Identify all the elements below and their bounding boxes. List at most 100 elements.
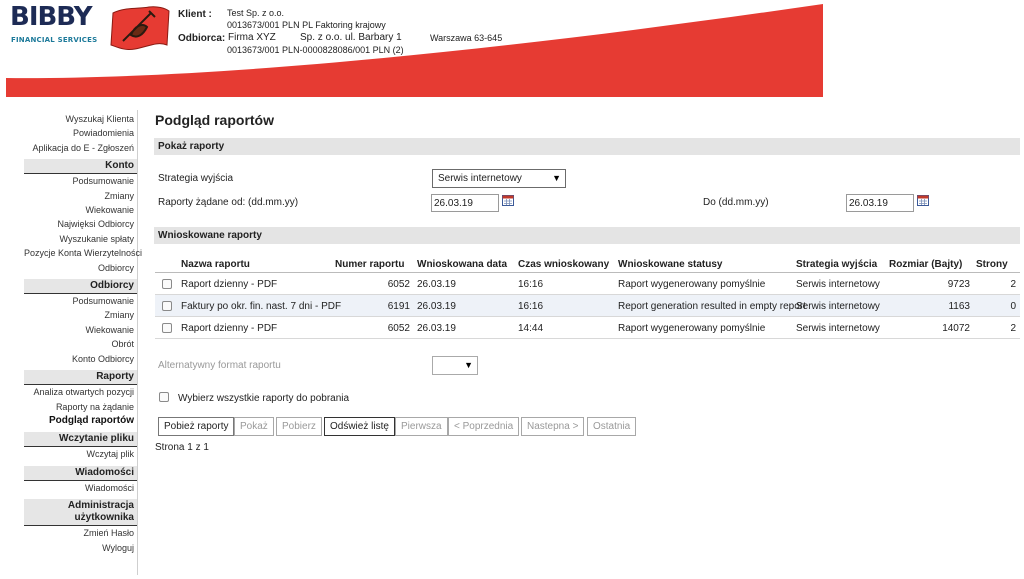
sidebar-section-wiadomosci: Wiadomości [24, 465, 137, 481]
debtor-name: Firma XYZ [228, 32, 276, 43]
date-from-label: Raporty żądane od: (dd.mm.yy) [158, 197, 299, 208]
sidebar-item-najwieksi-odbiorcy[interactable]: Najwięksi Odbiorcy [24, 217, 137, 231]
sidebar-section-wczytanie-pliku: Wczytanie pliku [24, 432, 137, 448]
sidebar-item-wyszukaj-klienta[interactable]: Wyszukaj Klienta [24, 112, 137, 126]
table-body: Raport dzienny - PDF 6052 26.03.19 16:16 Rap… [155, 273, 1020, 339]
requested-reports-bar: Wnioskowane raporty [154, 227, 1020, 244]
cell-time: 16:16 [518, 279, 544, 290]
sidebar-item-konto-odbiorcy[interactable]: Konto Odbiorcy [24, 352, 137, 366]
sidebar-item-obrot[interactable]: Obrót [24, 337, 137, 351]
sidebar-item-aplikacja-do-e-zg-oszen[interactable]: Aplikacja do E - Zgłoszeń [24, 141, 137, 155]
cell-strategy: Serwis internetowy [796, 301, 880, 312]
sidebar-item-pozycje-konta-wierzytelnosci[interactable]: Pozycje Konta Wierzytelności [24, 246, 142, 260]
select-all-checkbox[interactable] [159, 392, 169, 402]
cell-date: 26.03.19 [417, 323, 456, 334]
cell-size: 14072 [942, 323, 970, 334]
column-header: Numer raportu [335, 259, 405, 270]
cell-strategy: Serwis internetowy [796, 323, 880, 334]
cell-size: 1163 [948, 301, 970, 312]
reports-table: Nazwa raportu Numer raportu Wnioskowana … [155, 256, 1020, 339]
cell-number: 6052 [387, 279, 410, 290]
output-strategy-select[interactable]: Serwis internetowy ▼ [432, 169, 566, 188]
dropdown-arrow-icon: ▼ [464, 360, 473, 370]
cell-number: 6052 [387, 323, 410, 334]
date-from-input[interactable]: 26.03.19 [431, 194, 499, 212]
select-all-label: Wybierz wszystkie raporty do pobrania [178, 393, 350, 404]
download-reports-button[interactable]: Pobież raporty [158, 417, 235, 436]
next-page-button[interactable]: Nastepna > [521, 417, 585, 436]
table-header: Nazwa raportu Numer raportu Wnioskowana … [155, 256, 1020, 273]
row-select-checkbox[interactable] [162, 323, 172, 333]
sidebar-item-zmien-has-o[interactable]: Zmień Hasło [24, 526, 137, 540]
sidebar-section-odbiorcy: Odbiorcy [24, 279, 137, 295]
sidebar-item-analiza-otwartych-pozycji[interactable]: Analiza otwartych pozycji [24, 385, 137, 399]
last-page-button[interactable]: Ostatnia [587, 417, 637, 436]
cell-status: Report generation resulted in empty repo… [618, 301, 806, 312]
previous-page-button[interactable]: < Poprzednia [448, 417, 520, 436]
debtor-address: Sp. z o.o. ul. Barbary 1 [300, 32, 402, 43]
show-reports-bar: Pokaż raporty [154, 138, 1020, 155]
row-select-checkbox[interactable] [162, 279, 172, 289]
pagination-text: Strona 1 z 1 [155, 442, 209, 453]
cell-time: 16:16 [518, 301, 544, 312]
sidebar-section-raporty: Raporty [24, 370, 137, 386]
debtor-account: 0013673/001 PLN-0000828086/001 PLN (2) [227, 45, 404, 55]
column-header: Wnioskowana data [417, 259, 508, 270]
sidebar-divider [137, 110, 138, 575]
client-name: Test Sp. z o.o. [227, 8, 285, 18]
table-row: Faktury po okr. fin. nast. 7 dni - PDF 61… [155, 295, 1020, 317]
column-header: Czas wnioskowany [518, 259, 610, 270]
column-header: Rozmiar (Bajty) [889, 259, 963, 270]
date-to-label: Do (dd.mm.yy) [703, 197, 769, 208]
refresh-list-button[interactable]: Odśwież listę [324, 417, 395, 436]
sidebar-item-wyloguj[interactable]: Wyloguj [24, 541, 137, 555]
sidebar-item-raporty-na-zadanie[interactable]: Raporty na żądanie [24, 400, 137, 414]
column-header: Strategia wyjścia [796, 259, 878, 270]
sidebar-item-podsumowanie[interactable]: Podsumowanie [24, 294, 137, 308]
cell-pages: 2 [1010, 279, 1016, 290]
debtor-label: Odbiorca: [178, 33, 226, 44]
page-title: Podgląd raportów [155, 112, 274, 128]
sidebar-section-konto: Konto [24, 159, 137, 175]
alt-format-select[interactable]: ▼ [432, 356, 478, 375]
table-row: Raport dzienny - PDF 6052 26.03.19 16:16 Rap… [155, 273, 1020, 295]
output-strategy-value: Serwis internetowy [438, 173, 522, 184]
cell-date: 26.03.19 [417, 301, 456, 312]
sidebar-item-wiekowanie[interactable]: Wiekowanie [24, 203, 137, 217]
cell-name: Raport dzienny - PDF [181, 323, 278, 334]
sidebar-item-wczytaj-plik[interactable]: Wczytaj plik [24, 447, 137, 461]
calendar-icon[interactable] [917, 195, 929, 206]
sidebar-item-zmiany[interactable]: Zmiany [24, 308, 137, 322]
date-to-input[interactable]: 26.03.19 [846, 194, 914, 212]
column-header: Strony [976, 259, 1008, 270]
sidebar-item-zmiany[interactable]: Zmiany [24, 189, 137, 203]
cell-pages: 2 [1010, 323, 1016, 334]
fetch-button[interactable]: Pobierz [276, 417, 322, 436]
column-header: Wnioskowane statusy [618, 259, 723, 270]
cell-name: Raport dzienny - PDF [181, 279, 278, 290]
cell-status: Raport wygenerowany pomyślnie [618, 279, 766, 290]
sidebar-item-odbiorcy[interactable]: Odbiorcy [24, 261, 137, 275]
first-page-button[interactable]: Pierwsza [395, 417, 448, 436]
sidebar-item-powiadomienia[interactable]: Powiadomienia [24, 126, 137, 140]
client-label: Klient : [178, 9, 212, 20]
show-button[interactable]: Pokaż [234, 417, 274, 436]
client-account: 0013673/001 PLN PL Faktoring krajowy [227, 20, 386, 30]
bibby-logo-subtitle: FINANCIAL SERVICES [11, 36, 98, 44]
sidebar-item-podglad-raportow[interactable]: Podgląd raportów [24, 414, 137, 428]
cell-date: 26.03.19 [417, 279, 456, 290]
sidebar-nav: Wyszukaj Klienta Powiadomienia Aplikacja d… [24, 112, 142, 555]
cell-strategy: Serwis internetowy [796, 279, 880, 290]
debtor-city: Warszawa 63-645 [430, 33, 503, 43]
row-select-checkbox[interactable] [162, 301, 172, 311]
sidebar-item-wiekowanie[interactable]: Wiekowanie [24, 323, 137, 337]
sidebar-item-wiadomosci[interactable]: Wiadomości [24, 481, 137, 495]
header-banner: BIBBY FINANCIAL SERVICES Klient : Test S… [0, 0, 1024, 100]
calendar-icon[interactable] [502, 195, 514, 206]
cell-number: 6191 [387, 301, 410, 312]
sidebar-item-podsumowanie[interactable]: Podsumowanie [24, 174, 137, 188]
output-strategy-label: Strategia wyjścia [158, 173, 234, 184]
alt-format-label: Alternatywny format raportu [158, 360, 281, 371]
sidebar-item-wyszukanie-sp-aty[interactable]: Wyszukanie spłaty [24, 232, 137, 246]
cell-size: 9723 [947, 279, 970, 290]
